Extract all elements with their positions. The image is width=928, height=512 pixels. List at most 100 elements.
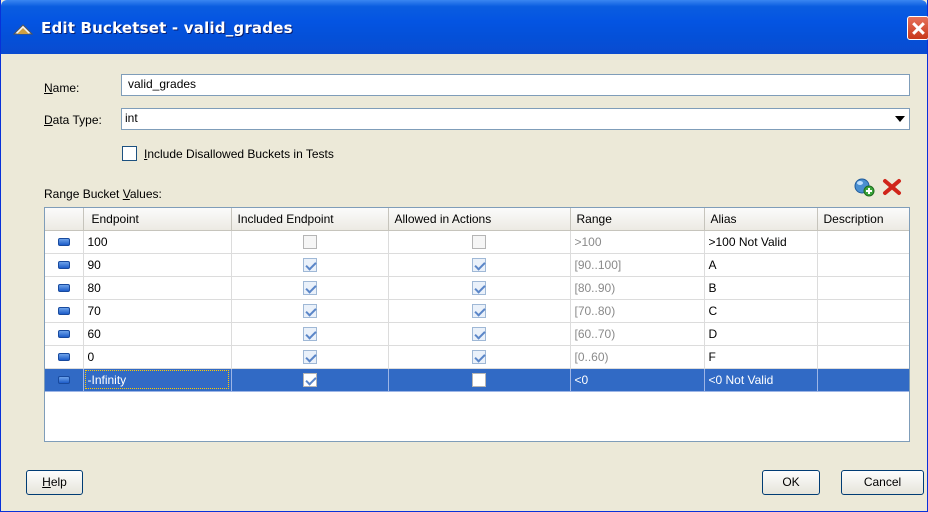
close-button[interactable] bbox=[907, 16, 928, 40]
table-row[interactable]: -Infinity <0 <0 Not Valid bbox=[45, 368, 909, 392]
include-disallowed-checkbox[interactable] bbox=[122, 146, 137, 161]
alias-cell[interactable]: B bbox=[704, 276, 818, 300]
alias-cell[interactable]: <0 Not Valid bbox=[704, 368, 818, 392]
alias-cell[interactable]: F bbox=[704, 345, 818, 369]
datatype-label: Data Type: bbox=[44, 113, 102, 127]
table-row[interactable]: 0 [0..60) F bbox=[45, 345, 909, 369]
included-endpoint-checkbox[interactable] bbox=[302, 234, 317, 249]
included-endpoint-checkbox[interactable] bbox=[302, 326, 317, 341]
range-bucket-table[interactable]: Endpoint Included Endpoint Allowed in Ac… bbox=[44, 207, 910, 442]
description-cell[interactable] bbox=[817, 368, 909, 392]
cancel-button[interactable]: Cancel bbox=[841, 470, 924, 495]
description-cell[interactable] bbox=[817, 299, 909, 323]
range-cell: [80..90) bbox=[570, 276, 705, 300]
delete-bucket-icon[interactable] bbox=[882, 178, 902, 196]
title-bar[interactable]: Edit Bucketset - valid_grades bbox=[1, 0, 928, 54]
included-endpoint-checkbox[interactable] bbox=[302, 257, 317, 272]
bucket-row-icon bbox=[57, 238, 70, 247]
table-row[interactable]: 70 [70..80) C bbox=[45, 299, 909, 323]
included-endpoint-cell[interactable] bbox=[231, 368, 389, 392]
allowed-in-actions-checkbox[interactable] bbox=[472, 326, 486, 341]
included-endpoint-checkbox[interactable] bbox=[302, 280, 317, 295]
ok-button[interactable]: OK bbox=[762, 470, 820, 495]
bucket-row-icon bbox=[57, 307, 70, 316]
description-cell[interactable] bbox=[817, 253, 909, 277]
description-cell[interactable] bbox=[817, 230, 909, 254]
included-endpoint-cell[interactable] bbox=[231, 299, 389, 323]
row-icon-cell bbox=[45, 299, 84, 323]
allowed-in-actions-checkbox[interactable] bbox=[472, 257, 486, 272]
allowed-in-actions-checkbox[interactable] bbox=[472, 303, 486, 318]
allowed-in-actions-checkbox[interactable] bbox=[472, 234, 486, 249]
header-alias[interactable]: Alias bbox=[704, 208, 818, 231]
alias-cell[interactable]: >100 Not Valid bbox=[704, 230, 818, 254]
include-disallowed-label[interactable]: Include Disallowed Buckets in Tests bbox=[144, 147, 334, 161]
included-endpoint-cell[interactable] bbox=[231, 253, 389, 277]
endpoint-cell[interactable]: 80 bbox=[83, 276, 232, 300]
endpoint-cell[interactable]: 60 bbox=[83, 322, 232, 346]
description-cell[interactable] bbox=[817, 345, 909, 369]
add-bucket-icon[interactable] bbox=[853, 177, 875, 197]
row-icon-cell bbox=[45, 253, 84, 277]
bucket-row-icon bbox=[57, 330, 70, 339]
included-endpoint-cell[interactable] bbox=[231, 230, 389, 254]
header-allowed-in-actions[interactable]: Allowed in Actions bbox=[388, 208, 571, 231]
range-bucket-values-label: Range Bucket Values: bbox=[44, 187, 162, 201]
allowed-in-actions-checkbox[interactable] bbox=[472, 349, 486, 364]
description-cell[interactable] bbox=[817, 322, 909, 346]
window-title: Edit Bucketset - valid_grades bbox=[41, 19, 293, 37]
endpoint-cell[interactable]: 90 bbox=[83, 253, 232, 277]
included-endpoint-checkbox[interactable] bbox=[302, 303, 317, 318]
range-cell: [0..60) bbox=[570, 345, 705, 369]
endpoint-cell[interactable]: 0 bbox=[83, 345, 232, 369]
allowed-in-actions-checkbox[interactable] bbox=[472, 372, 486, 387]
header-description[interactable]: Description bbox=[817, 208, 909, 231]
allowed-in-actions-cell[interactable] bbox=[388, 322, 571, 346]
table-row[interactable]: 80 [80..90) B bbox=[45, 276, 909, 300]
row-icon-cell bbox=[45, 322, 84, 346]
header-endpoint[interactable]: Endpoint bbox=[83, 208, 232, 231]
description-cell[interactable] bbox=[817, 276, 909, 300]
datatype-select[interactable]: int bbox=[121, 108, 910, 130]
endpoint-cell[interactable]: -Infinity bbox=[83, 368, 232, 392]
row-icon-cell bbox=[45, 230, 84, 254]
header-range[interactable]: Range bbox=[570, 208, 705, 231]
row-icon-cell bbox=[45, 276, 84, 300]
header-included-endpoint[interactable]: Included Endpoint bbox=[231, 208, 389, 231]
endpoint-cell[interactable]: 70 bbox=[83, 299, 232, 323]
bucket-row-icon bbox=[57, 261, 70, 270]
allowed-in-actions-cell[interactable] bbox=[388, 230, 571, 254]
range-cell: [90..100] bbox=[570, 253, 705, 277]
allowed-in-actions-checkbox[interactable] bbox=[472, 280, 486, 295]
header-row-icon bbox=[45, 208, 84, 231]
bucket-row-icon bbox=[57, 353, 70, 362]
table-row[interactable]: 60 [60..70) D bbox=[45, 322, 909, 346]
table-row[interactable]: 100 >100 >100 Not Valid bbox=[45, 230, 909, 254]
name-field[interactable]: valid_grades bbox=[121, 74, 910, 96]
endpoint-cell[interactable]: 100 bbox=[83, 230, 232, 254]
range-cell: <0 bbox=[570, 368, 705, 392]
included-endpoint-cell[interactable] bbox=[231, 345, 389, 369]
table-row[interactable]: 90 [90..100] A bbox=[45, 253, 909, 277]
bucket-row-icon bbox=[57, 284, 70, 293]
help-button[interactable]: Help bbox=[26, 470, 83, 495]
name-label: Name: bbox=[44, 81, 80, 95]
alias-cell[interactable]: A bbox=[704, 253, 818, 277]
bucketset-icon bbox=[12, 24, 34, 35]
allowed-in-actions-cell[interactable] bbox=[388, 345, 571, 369]
alias-cell[interactable]: D bbox=[704, 322, 818, 346]
table-header-row: Endpoint Included Endpoint Allowed in Ac… bbox=[45, 208, 909, 231]
alias-cell[interactable]: C bbox=[704, 299, 818, 323]
allowed-in-actions-cell[interactable] bbox=[388, 253, 571, 277]
allowed-in-actions-cell[interactable] bbox=[388, 276, 571, 300]
included-endpoint-checkbox[interactable] bbox=[302, 372, 317, 387]
included-endpoint-cell[interactable] bbox=[231, 276, 389, 300]
included-endpoint-cell[interactable] bbox=[231, 322, 389, 346]
allowed-in-actions-cell[interactable] bbox=[388, 368, 571, 392]
chevron-down-icon[interactable] bbox=[895, 116, 905, 122]
allowed-in-actions-cell[interactable] bbox=[388, 299, 571, 323]
included-endpoint-checkbox[interactable] bbox=[302, 349, 317, 364]
row-icon-cell bbox=[45, 368, 84, 392]
range-cell: [70..80) bbox=[570, 299, 705, 323]
bucket-row-icon bbox=[57, 376, 70, 385]
